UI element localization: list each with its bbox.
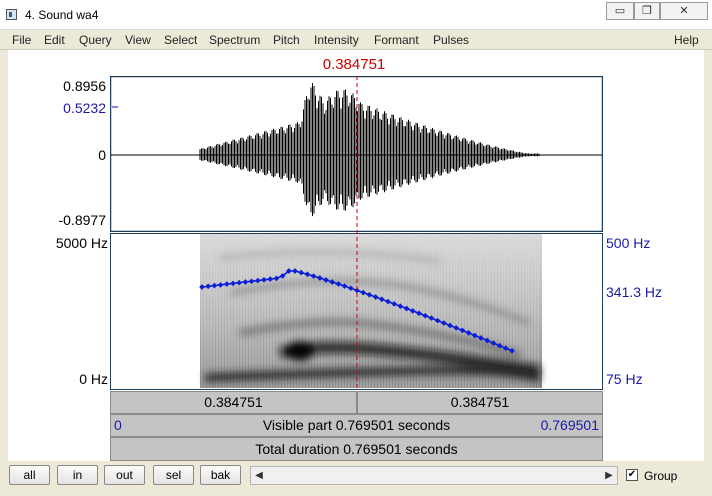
visible-part-label: Visible part 0.769501 seconds (262, 417, 451, 433)
minimize-button[interactable]: ▭ (606, 2, 634, 20)
time-segment-right[interactable]: 0.384751 (357, 391, 603, 414)
pitch-max-label: 500 Hz (606, 235, 651, 251)
zoom-selection-button[interactable]: sel (153, 465, 194, 485)
menu-help[interactable]: Help (674, 33, 699, 47)
zoom-out-button[interactable]: out (104, 465, 145, 485)
zoom-in-button[interactable]: in (57, 465, 98, 485)
waveform-zero-label: 0 (98, 147, 106, 163)
menu-bar: File Edit Query View Select Spectrum Pit… (0, 30, 712, 50)
close-button[interactable]: ✕ (660, 2, 708, 20)
cursor-line (356, 76, 358, 390)
group-label: Group (644, 469, 678, 483)
group-checkbox[interactable]: ✔ (626, 469, 638, 481)
pitch-cursor-label: 341.3 Hz (606, 284, 663, 300)
visible-end-time: 0.769501 (540, 417, 599, 433)
visible-start-time: 0 (114, 417, 122, 433)
visible-part-bar[interactable]: 0 Visible part 0.769501 seconds 0.769501 (110, 414, 603, 437)
menu-pitch[interactable]: Pitch (273, 33, 300, 47)
menu-view[interactable]: View (125, 33, 151, 47)
scroll-left-arrow-icon[interactable]: ◀ (251, 467, 267, 484)
spectrogram-max-freq: 5000 Hz (55, 235, 108, 251)
waveform-cursor-value: 0.5232 (63, 100, 106, 116)
praat-window-icon (6, 9, 17, 20)
title-bar: 4. Sound wa4 ▭ ❐ ✕ (0, 0, 712, 30)
menu-spectrum[interactable]: Spectrum (209, 33, 260, 47)
menu-file[interactable]: File (12, 33, 31, 47)
menu-intensity[interactable]: Intensity (314, 33, 359, 47)
cursor-time-label: 0.384751 (322, 56, 386, 73)
zoom-all-button[interactable]: all (9, 465, 50, 485)
horizontal-scrollbar[interactable]: ◀ ▶ (250, 466, 618, 485)
spectrogram-min-freq: 0 Hz (79, 371, 108, 387)
menu-query[interactable]: Query (79, 33, 112, 47)
window-title: 4. Sound wa4 (25, 8, 99, 22)
menu-edit[interactable]: Edit (44, 33, 65, 47)
menu-formant[interactable]: Formant (374, 33, 419, 47)
waveform-min-label: -0.8977 (58, 212, 106, 228)
menu-pulses[interactable]: Pulses (433, 33, 469, 47)
pitch-min-label: 75 Hz (606, 371, 643, 387)
waveform-max-label: 0.8956 (63, 78, 106, 94)
zoom-back-button[interactable]: bak (200, 465, 241, 485)
scroll-right-arrow-icon[interactable]: ▶ (601, 467, 617, 484)
time-segment-left[interactable]: 0.384751 (110, 391, 357, 414)
total-duration-bar[interactable]: Total duration 0.769501 seconds (110, 437, 603, 461)
menu-select[interactable]: Select (164, 33, 197, 47)
maximize-button[interactable]: ❐ (634, 2, 660, 20)
